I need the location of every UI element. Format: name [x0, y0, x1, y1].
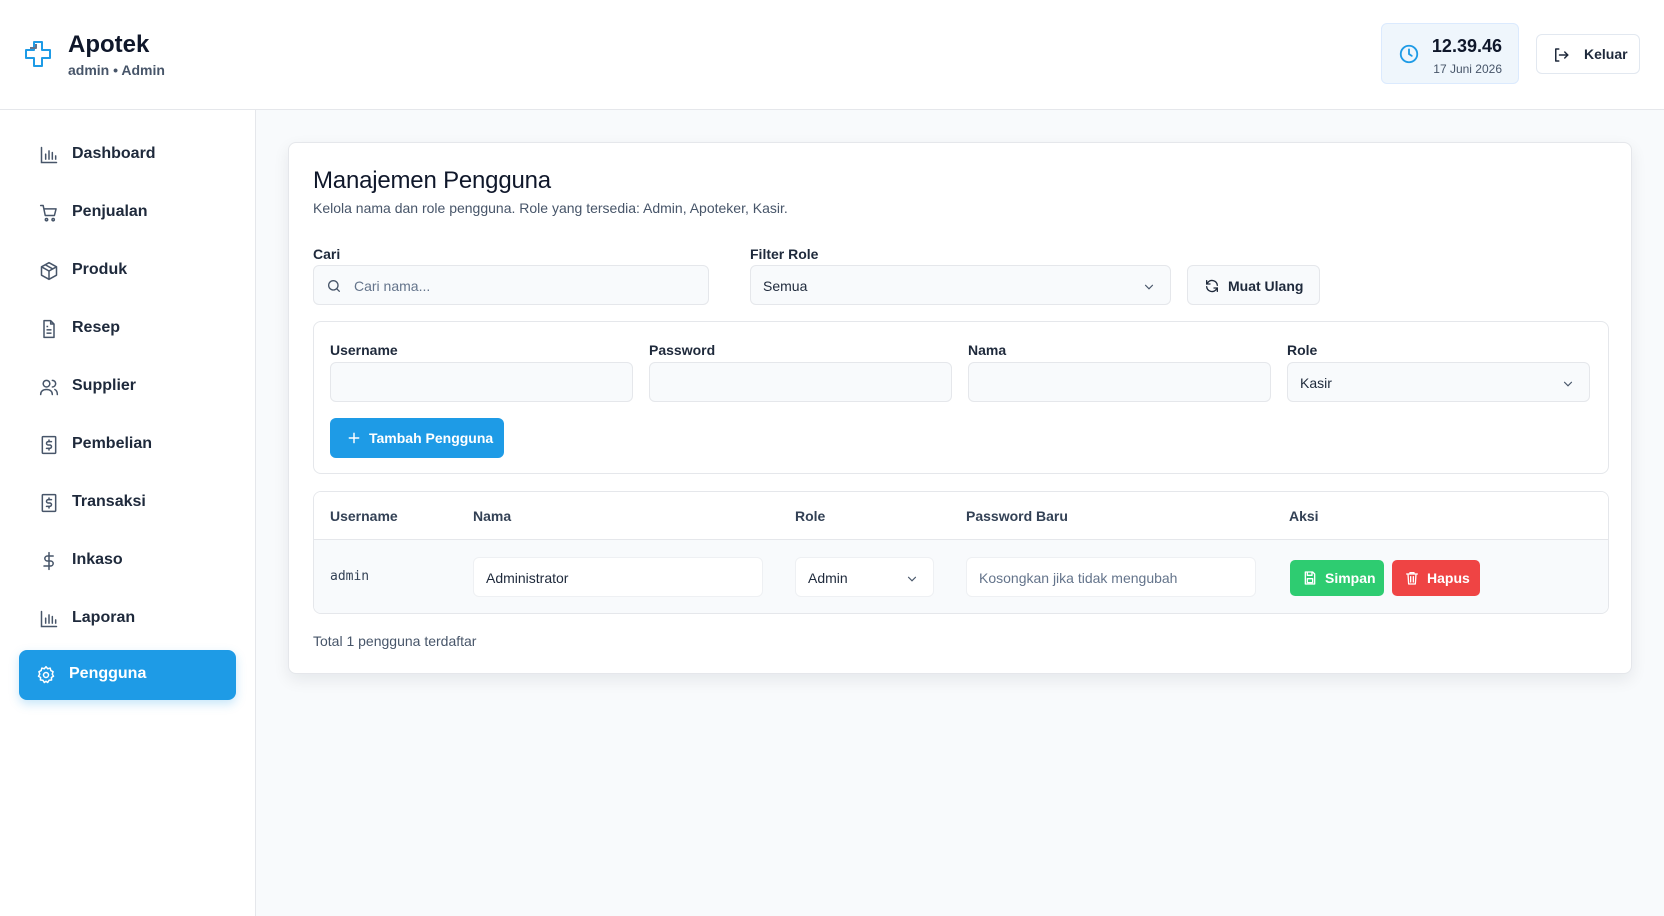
- sidebar-item-label: Inkaso: [72, 551, 123, 568]
- bar-chart-icon: [40, 610, 58, 628]
- page-description: Kelola nama dan role pengguna. Role yang…: [313, 200, 788, 216]
- logout-button[interactable]: Keluar: [1536, 34, 1640, 74]
- search-icon: [328, 280, 340, 292]
- sidebar-item-pembelian[interactable]: Pembelian: [19, 420, 236, 470]
- sidebar-item-transaksi[interactable]: Transaksi: [19, 478, 236, 528]
- row-nama-value: Administrator: [486, 570, 569, 586]
- clock-time: 12.39.46: [1431, 36, 1502, 56]
- document-icon: [43, 319, 55, 339]
- clock-date: 17 Juni 2026: [1433, 62, 1502, 76]
- sidebar-item-label: Pembelian: [72, 435, 153, 452]
- clock-widget: 12.39.46 17 Juni 2026: [1381, 23, 1519, 84]
- total-users-text: Total 1 pengguna terdaftar: [313, 633, 477, 649]
- username-field[interactable]: [330, 362, 633, 402]
- add-user-form: Username Password Nama Role Kasir Tambah…: [313, 321, 1609, 474]
- sidebar-item-inkaso[interactable]: Inkaso: [19, 536, 236, 586]
- row-role-select[interactable]: Admin: [795, 557, 934, 597]
- receipt-dollar-icon: [41, 435, 57, 455]
- users-icon: [39, 379, 59, 396]
- column-header-role: Role: [795, 508, 826, 524]
- sidebar-item-label: Supplier: [72, 377, 137, 394]
- delete-label: Hapus: [1427, 570, 1470, 586]
- app-name: Apotek: [68, 31, 150, 58]
- role-select[interactable]: Kasir: [1287, 362, 1590, 402]
- password-field[interactable]: [649, 362, 952, 402]
- chevron-down-icon: [1144, 284, 1154, 290]
- sidebar: Dashboard Penjualan Produk Resep Supplie…: [0, 110, 256, 916]
- search-placeholder: Cari nama...: [354, 278, 431, 294]
- reload-button[interactable]: Muat Ulang: [1187, 265, 1320, 305]
- clock-icon: [1399, 44, 1419, 64]
- cart-icon: [39, 204, 57, 222]
- save-label: Simpan: [1325, 570, 1376, 586]
- sidebar-item-label: Produk: [72, 261, 128, 278]
- column-header-username: Username: [330, 508, 398, 524]
- user-management-card: Manajemen Pengguna Kelola nama dan role …: [288, 142, 1632, 674]
- row-new-password-placeholder: Kosongkan jika tidak mengubah: [979, 570, 1178, 586]
- sidebar-item-label: Penjualan: [72, 203, 148, 220]
- sidebar-item-produk[interactable]: Produk: [19, 246, 236, 296]
- save-icon: [1304, 571, 1316, 585]
- sidebar-item-penjualan[interactable]: Penjualan: [19, 188, 236, 238]
- add-user-button[interactable]: Tambah Pengguna: [330, 418, 504, 458]
- sidebar-item-resep[interactable]: Resep: [19, 304, 236, 354]
- refresh-icon: [1206, 279, 1218, 293]
- nama-field[interactable]: [968, 362, 1271, 402]
- row-nama-field[interactable]: Administrator: [473, 557, 763, 597]
- bar-chart-icon: [40, 146, 58, 164]
- search-input[interactable]: Cari nama...: [313, 265, 709, 305]
- password-label: Password: [649, 342, 716, 358]
- filter-role-value: Semua: [763, 278, 808, 294]
- sidebar-item-laporan[interactable]: Laporan: [19, 594, 236, 644]
- page-title: Manajemen Pengguna: [313, 167, 551, 194]
- plus-icon: [348, 432, 360, 444]
- column-header-password-baru: Password Baru: [966, 508, 1068, 524]
- sidebar-item-label: Resep: [72, 319, 121, 336]
- role-select-value: Kasir: [1300, 375, 1332, 391]
- users-table: Username Nama Role Password Baru Aksi ad…: [313, 491, 1609, 614]
- receipt-dollar-icon: [41, 493, 57, 513]
- medical-cross-icon: [25, 41, 51, 67]
- filter-role-select[interactable]: Semua: [750, 265, 1171, 305]
- table-header: Username Nama Role Password Baru Aksi: [314, 492, 1608, 540]
- delete-button[interactable]: Hapus: [1392, 560, 1480, 596]
- add-user-label: Tambah Pengguna: [369, 430, 494, 446]
- trash-icon: [1406, 572, 1418, 585]
- sidebar-item-pengguna[interactable]: Pengguna: [19, 650, 236, 700]
- table-row: admin Administrator Admin Kosongkan jika…: [314, 540, 1608, 613]
- save-button[interactable]: Simpan: [1290, 560, 1384, 596]
- chevron-down-icon: [907, 576, 917, 582]
- sidebar-item-label: Dashboard: [72, 145, 156, 162]
- current-user-info: admin • Admin: [68, 62, 165, 78]
- column-header-aksi: Aksi: [1289, 508, 1319, 524]
- sidebar-item-label: Transaksi: [72, 493, 146, 510]
- role-label: Role: [1287, 342, 1318, 358]
- column-header-nama: Nama: [473, 508, 512, 524]
- row-username: admin: [330, 569, 370, 584]
- sidebar-item-supplier[interactable]: Supplier: [19, 362, 236, 412]
- sidebar-item-dashboard[interactable]: Dashboard: [19, 130, 236, 180]
- username-label: Username: [330, 342, 398, 358]
- nama-label: Nama: [968, 342, 1007, 358]
- row-new-password-field[interactable]: Kosongkan jika tidak mengubah: [966, 557, 1256, 597]
- row-role-value: Admin: [808, 570, 848, 586]
- box-icon: [40, 261, 58, 281]
- dollar-icon: [43, 551, 54, 571]
- chevron-down-icon: [1563, 381, 1573, 387]
- search-label: Cari: [313, 246, 341, 262]
- logout-icon: [1555, 48, 1569, 62]
- logout-label: Keluar: [1584, 46, 1628, 62]
- sidebar-item-label: Laporan: [72, 609, 136, 626]
- reload-label: Muat Ulang: [1228, 278, 1304, 294]
- app-header: Apotek admin • Admin 12.39.46 17 Juni 20…: [0, 0, 1664, 110]
- gear-icon: [37, 665, 55, 684]
- sidebar-item-label: Pengguna: [69, 665, 147, 682]
- filter-role-label: Filter Role: [750, 246, 819, 262]
